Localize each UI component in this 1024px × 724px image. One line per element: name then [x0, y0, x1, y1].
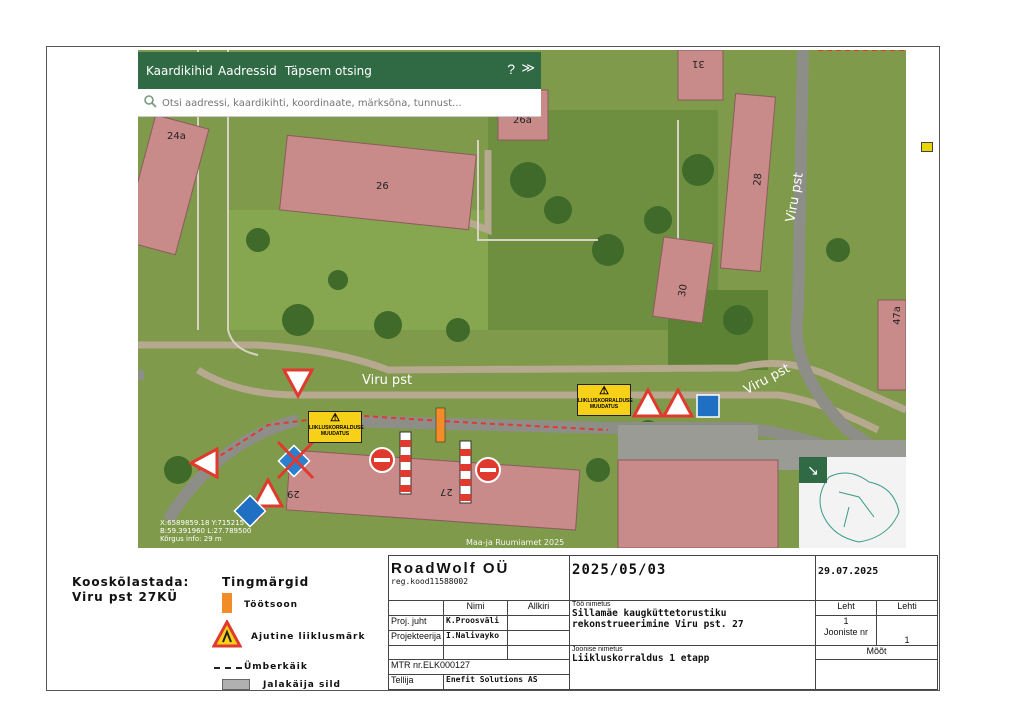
collapse-icon[interactable]: ≫: [521, 60, 535, 76]
coordinate-readout: X:6589859.18 Y:715215 B:59.391960 L:27.7…: [160, 519, 252, 543]
person-designer: I.Nalivayko: [443, 630, 509, 646]
map-toolbar: Kaardikihid Aadressid Täpsem otsing ? ≫: [138, 52, 541, 89]
tab-addresses[interactable]: Aadressid: [218, 64, 277, 78]
legend-item: Ümberkäik: [244, 662, 308, 672]
role-project-manager: Proj. juht: [387, 615, 445, 631]
work-zone-swatch: [222, 593, 232, 613]
edge-marker-icon: [921, 142, 933, 152]
search-input[interactable]: [160, 93, 534, 113]
drawing-name: Liikluskorraldus 1 etapp: [572, 653, 710, 664]
drawing-name-label: Joonise nimetus: [572, 646, 623, 653]
work-name-label: Töö nimetus: [572, 601, 611, 608]
company-reg: reg.kood11588002: [391, 577, 469, 586]
building-number: 27: [440, 486, 453, 497]
role-designer: Projekteerija: [387, 630, 445, 646]
col-signature: Allkiri: [507, 600, 571, 616]
building-number: 28: [752, 172, 765, 187]
sheets-value: 1: [876, 615, 939, 646]
building-number: 24a: [167, 131, 186, 142]
col-name: Nimi: [443, 600, 509, 616]
legend-title: Tingmärgid: [222, 575, 310, 589]
legend-item: Töötsoon: [244, 600, 299, 610]
work-name: Sillamäe kaugküttetorustiku rekonstrueer…: [572, 608, 744, 630]
client-name: Enefit Solutions AS: [443, 674, 571, 690]
warning-icon: ⚠: [330, 412, 340, 424]
legend-item: Jalakäija sild: [263, 680, 341, 690]
footbridge-swatch: [222, 679, 250, 690]
approval-block: Kooskõlastada: Viru pst 27KÜ: [72, 575, 190, 604]
help-button[interactable]: ?: [507, 61, 515, 77]
temporary-sign-icon: [212, 620, 242, 648]
sheet-value: 1: [843, 616, 849, 626]
document-date: 29.07.2025: [818, 566, 879, 577]
mtr-number: MTR nr.ELK000127: [387, 659, 571, 675]
sheets-label: Lehti: [876, 600, 939, 616]
map-attribution: Maa-ja Ruumiamet 2025: [466, 538, 565, 547]
building-number: 30: [676, 283, 690, 298]
building-number: 29: [287, 488, 300, 499]
building-number: 26: [376, 181, 389, 192]
scale-label: Mõõt: [815, 645, 939, 660]
warning-icon: ⚠: [599, 385, 609, 397]
document-number: 2025/05/03: [572, 562, 667, 578]
title-block: RoadWolf OÜ reg.kood11588002 2025/05/03 …: [387, 555, 939, 690]
building-number: 31: [692, 58, 705, 69]
company-name: RoadWolf OÜ: [391, 560, 510, 577]
sheet-label: Leht: [815, 600, 878, 616]
building-number: 47a: [891, 306, 903, 325]
person-project-manager: K.Proosväli: [443, 615, 509, 631]
traffic-change-sign: ⚠ LIIKLUSKORRALDUSE MUUDATUS: [577, 384, 633, 416]
search-icon: [144, 95, 157, 108]
legend-item: Ajutine liiklusmärk: [251, 632, 366, 642]
work-zone-marker: [435, 407, 446, 443]
drawing-number-label: Jooniste nr: [824, 627, 869, 637]
street-label: Viru pst: [362, 373, 413, 388]
tab-map-layers[interactable]: Kaardikihid: [146, 64, 213, 78]
traffic-change-sign: ⚠ LIIKLUSKORRALDUSE MUUDATUS: [308, 411, 364, 443]
tab-advanced-search[interactable]: Täpsem otsing: [285, 64, 372, 78]
drawing-number-cell: 1 Jooniste nr: [815, 615, 878, 646]
client-label: Tellija: [387, 674, 445, 690]
search-bar: [138, 89, 541, 117]
expand-minimap-button[interactable]: ↘: [799, 457, 827, 483]
detour-line: [214, 667, 242, 669]
